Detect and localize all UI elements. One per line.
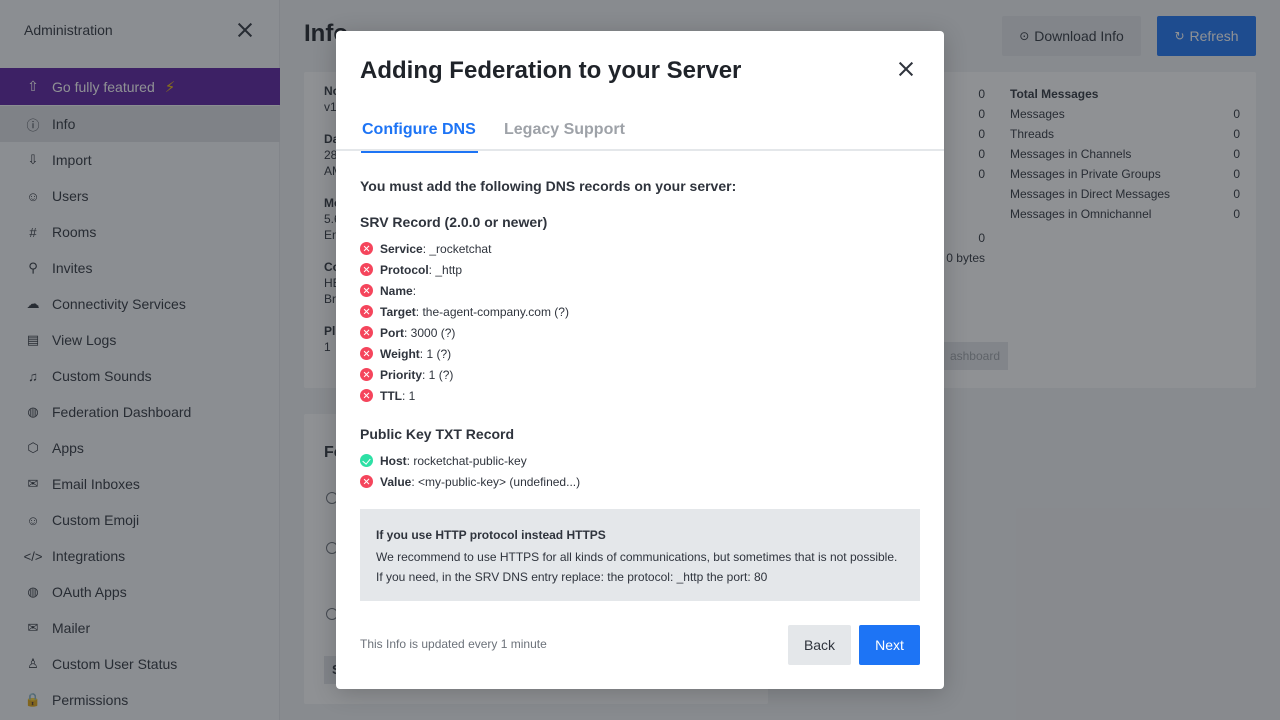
record-key: TTL [380,388,402,403]
error-circle-icon [360,263,373,276]
record-value: : 1 [402,388,416,403]
record-key: Host [380,453,407,468]
srv-record-list: Service: _rocketchat Protocol: _http Name:… [360,238,569,406]
record-value: : _rocketchat [422,241,492,256]
record-key: Priority [380,367,423,382]
dns-record: Service: _rocketchat [360,238,569,259]
dns-record: TTL: 1 [360,385,569,406]
modal-title: Adding Federation to your Server [360,57,742,84]
tab-legacy-support[interactable]: Legacy Support [504,121,625,151]
error-circle-icon [360,242,373,255]
modal-tabs: Configure DNS Legacy Support [336,115,944,153]
note-line: If you need, in the SRV DNS entry replac… [376,570,768,584]
dns-intro: You must add the following DNS records o… [360,178,737,194]
dns-record: Weight: 1 (?) [360,343,569,364]
record-key: Target [380,304,416,319]
next-button[interactable]: Next [859,625,920,665]
record-value: : <my-public-key> (undefined...) [411,474,581,489]
error-circle-icon [360,305,373,318]
record-value: : 3000 (?) [404,325,456,340]
error-circle-icon [360,326,373,339]
close-icon[interactable] [896,59,916,79]
error-circle-icon [360,368,373,381]
dns-record: Protocol: _http [360,259,569,280]
record-value: : 1 (?) [422,367,454,382]
error-circle-icon [360,284,373,297]
record-key: Port [380,325,404,340]
record-value: : rocketchat-public-key [406,453,527,468]
dns-record: Port: 3000 (?) [360,322,569,343]
dns-record: Name: [360,280,569,301]
record-key: Protocol [380,262,429,277]
srv-record-title: SRV Record (2.0.0 or newer) [360,214,548,230]
error-circle-icon [360,475,373,488]
record-key: Value [380,474,412,489]
txt-record-list: Host: rocketchat-public-key Value: <my-pu… [360,450,580,492]
note-title: If you use HTTP protocol instead HTTPS [376,528,606,542]
record-key: Name [380,283,413,298]
record-value: : the-agent-company.com (?) [415,304,569,319]
record-value: : [412,283,417,298]
txt-record-title: Public Key TXT Record [360,426,515,442]
record-key: Weight [380,346,420,361]
dns-record: Target: the-agent-company.com (?) [360,301,569,322]
federation-modal: Adding Federation to your Server Configu… [336,31,944,689]
check-circle-icon [360,454,373,467]
update-info-text: This Info is updated every 1 minute [360,637,547,651]
error-circle-icon [360,347,373,360]
http-note: If you use HTTP protocol instead HTTPS W… [360,509,920,601]
tab-configure-dns[interactable]: Configure DNS [361,121,478,153]
back-button[interactable]: Back [788,625,851,665]
error-circle-icon [360,389,373,402]
record-value: : 1 (?) [419,346,452,361]
record-key: Service [380,241,423,256]
dns-record: Priority: 1 (?) [360,364,569,385]
dns-record: Value: <my-public-key> (undefined...) [360,471,580,492]
dns-record: Host: rocketchat-public-key [360,450,580,471]
record-value: : _http [428,262,463,277]
note-line: We recommend to use HTTPS for all kinds … [376,550,898,564]
